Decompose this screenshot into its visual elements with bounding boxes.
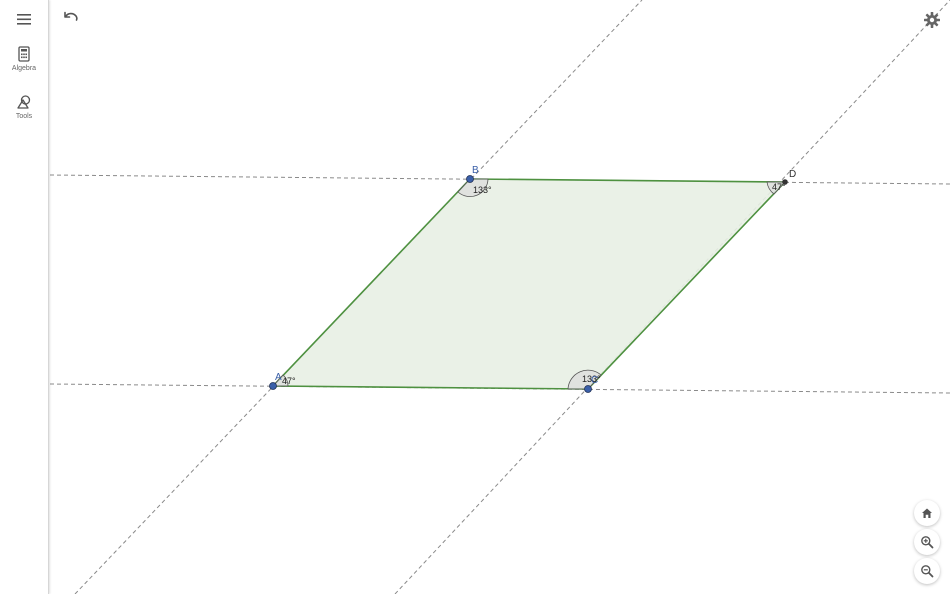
point-c[interactable]	[584, 385, 592, 393]
undo-button[interactable]	[62, 8, 80, 26]
settings-button[interactable]	[923, 11, 941, 29]
sidebar-item-tools[interactable]: Tools	[0, 94, 48, 138]
shapes-icon	[17, 95, 31, 109]
zoom-in-icon	[921, 536, 934, 549]
sidebar-item-label: Tools	[15, 113, 33, 120]
gear-icon	[924, 12, 940, 28]
point-label-a[interactable]: A	[275, 372, 282, 383]
point-label-c[interactable]: C	[591, 375, 598, 386]
geogebra-app: 47° 133° 133° 47° A B C D Algebra Tools	[0, 0, 950, 594]
sidebar-item-algebra[interactable]: Algebra	[0, 46, 48, 90]
zoom-out-button[interactable]	[914, 558, 940, 584]
hamburger-menu-icon[interactable]	[12, 8, 36, 30]
point-d[interactable]	[782, 179, 788, 185]
zoom-out-icon	[921, 565, 934, 578]
angle-label-a[interactable]: 47°	[282, 376, 296, 386]
zoom-in-button[interactable]	[914, 529, 940, 555]
angle-label-b[interactable]: 133°	[473, 185, 492, 195]
standard-view-button[interactable]	[914, 500, 940, 526]
point-a[interactable]	[269, 382, 277, 390]
graphics-view[interactable]: 47° 133° 133° 47° A B C D	[0, 0, 950, 594]
undo-icon	[64, 11, 78, 21]
parallelogram[interactable]	[271, 178, 787, 390]
sidebar: Algebra Tools	[0, 0, 49, 594]
calculator-icon	[18, 46, 30, 62]
home-icon	[922, 508, 932, 518]
point-label-d[interactable]: D	[789, 169, 796, 180]
sidebar-item-label: Algebra	[11, 65, 37, 72]
point-label-b[interactable]: B	[472, 165, 479, 176]
point-b[interactable]	[466, 175, 474, 183]
